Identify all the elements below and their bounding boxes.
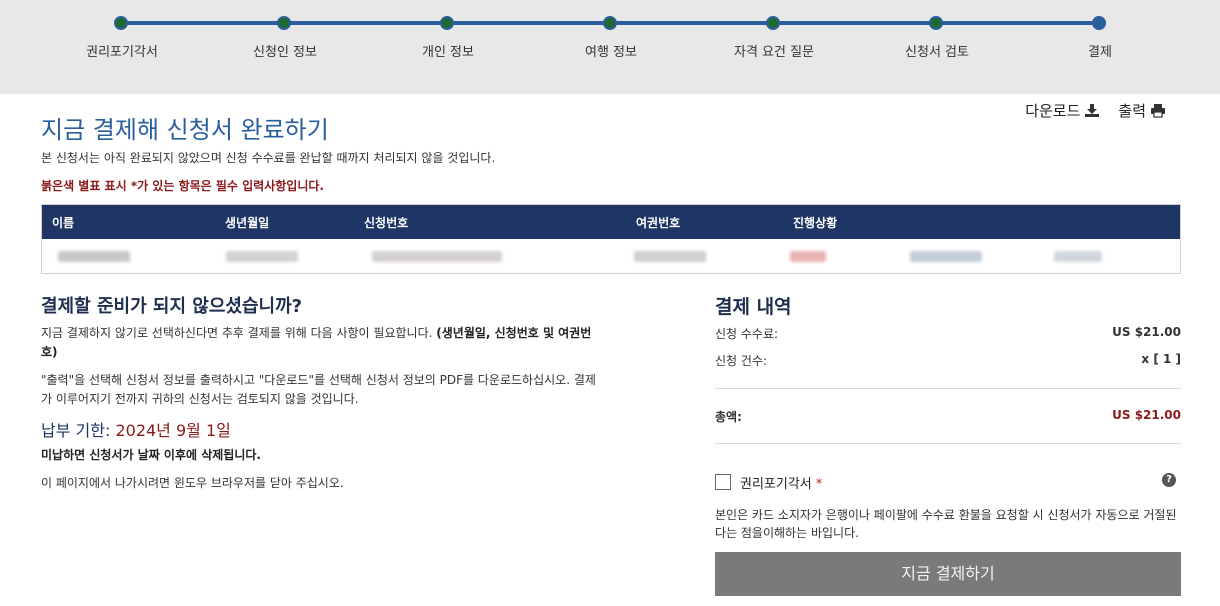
- column-birthdate: 생년월일: [225, 216, 270, 230]
- total-value: US $21.00: [1112, 408, 1181, 422]
- count-label: 신청 건수:: [715, 354, 768, 368]
- step-label-eligibility: 자격 요건 질문: [733, 45, 815, 60]
- print-button[interactable]: 출력: [1118, 100, 1166, 121]
- table-row: [42, 239, 1180, 274]
- step-label-applicant: 신청인 정보: [253, 45, 317, 60]
- waiver-label: 권리포기각서 *: [740, 473, 822, 492]
- print-download-instructions: "출력"을 선택해 신청서 정보를 출력하시고 "다운로드"를 선택해 신청서 …: [41, 373, 596, 406]
- step-dot-payment: [1092, 16, 1106, 30]
- not-ready-heading: 결제할 준비가 되지 않으셨습니까?: [41, 296, 303, 317]
- summary-divider-1: [715, 388, 1181, 389]
- column-status: 진행상황: [793, 216, 838, 230]
- pay-now-button[interactable]: 지금 결제하기: [715, 552, 1181, 596]
- help-icon[interactable]: ?: [1162, 473, 1176, 487]
- table-header: 이름 생년월일 신청번호 여권번호 진행상황: [42, 205, 1180, 239]
- redacted-passport-number: [634, 251, 706, 262]
- step-dot-eligibility: [766, 16, 780, 30]
- fee-value: US $21.00: [1112, 325, 1181, 339]
- redacted-application-number: [372, 251, 502, 262]
- count-value: x [ 1 ]: [1141, 352, 1181, 366]
- column-application-number: 신청번호: [364, 216, 409, 230]
- fee-label: 신청 수수료:: [715, 327, 779, 341]
- required-asterisk: *: [815, 477, 823, 492]
- redacted-birthdate: [226, 251, 298, 262]
- deadline-date: 2024년 9월 1일: [115, 421, 231, 440]
- waiver-text: 본인은 카드 소지자가 은행이나 페이팔에 수수료 환불을 요청할 시 신청서가…: [715, 508, 1177, 540]
- required-note: 붉은색 별표 표시 *가 있는 항목은 필수 입력사항입니다.: [41, 179, 324, 193]
- page-title: 지금 결제해 신청서 완료하기: [41, 116, 329, 144]
- step-dot-review: [929, 16, 943, 30]
- later-payment-text: 지금 결제하지 않기로 선택하신다면 추후 결제를 위해 다음 사항이 필요합니…: [41, 324, 601, 362]
- waiver-checkbox[interactable]: [715, 474, 731, 490]
- intro-text: 본 신청서는 아직 완료되지 않았으며 신청 수수료를 완납할 때까지 처리되지…: [41, 151, 496, 165]
- close-window-note: 이 페이지에서 나가시려면 윈도우 브라우저를 닫아 주십시오.: [41, 476, 344, 490]
- step-label-payment: 결제: [1088, 45, 1112, 60]
- toolbar: 다운로드 출력: [1025, 100, 1166, 121]
- deadline-label: 납부 기한:: [41, 421, 116, 440]
- download-button[interactable]: 다운로드: [1025, 100, 1100, 121]
- redacted-extra-2: [1054, 251, 1102, 262]
- waiver-agreement: 권리포기각서 * ?: [715, 472, 1181, 492]
- download-icon: [1085, 104, 1100, 117]
- summary-divider-2: [715, 443, 1181, 444]
- step-label-waiver: 권리포기각서: [86, 45, 158, 60]
- progress-bar: 권리포기각서 신청인 정보 개인 정보 여행 정보 자격 요건 질문 신청서 검…: [0, 0, 1220, 94]
- print-icon: [1151, 104, 1165, 118]
- application-info-table: 이름 생년월일 신청번호 여권번호 진행상황: [41, 204, 1181, 274]
- step-dot-personal: [440, 16, 454, 30]
- step-label-review: 신청서 검토: [905, 45, 969, 60]
- total-label: 총액:: [715, 410, 742, 424]
- count-row: 신청 건수: x [ 1 ]: [715, 352, 1181, 369]
- column-passport-number: 여권번호: [636, 216, 681, 230]
- later-payment-text-body: 지금 결제하지 않기로 선택하신다면 추후 결제를 위해 다음 사항이 필요합니…: [41, 326, 437, 340]
- download-label: 다운로드: [1025, 102, 1081, 120]
- step-dot-applicant: [277, 16, 291, 30]
- redacted-extra-1: [910, 251, 982, 262]
- print-label: 출력: [1118, 102, 1146, 120]
- redacted-name: [58, 251, 130, 262]
- step-label-travel: 여행 정보: [585, 45, 637, 60]
- payment-deadline: 납부 기한: 2024년 9월 1일: [41, 417, 231, 441]
- fee-row: 신청 수수료: US $21.00: [715, 325, 1181, 342]
- waiver-label-text: 권리포기각서: [740, 477, 812, 492]
- step-dot-waiver: [114, 16, 128, 30]
- column-name: 이름: [52, 216, 75, 230]
- total-row: 총액: US $21.00: [715, 408, 1181, 425]
- payment-summary-title: 결제 내역: [715, 296, 792, 318]
- step-dot-travel: [603, 16, 617, 30]
- step-label-personal: 개인 정보: [422, 45, 474, 60]
- deletion-warning: 미납하면 신청서가 날짜 이후에 삭제됩니다.: [41, 448, 261, 462]
- redacted-status: [790, 251, 826, 262]
